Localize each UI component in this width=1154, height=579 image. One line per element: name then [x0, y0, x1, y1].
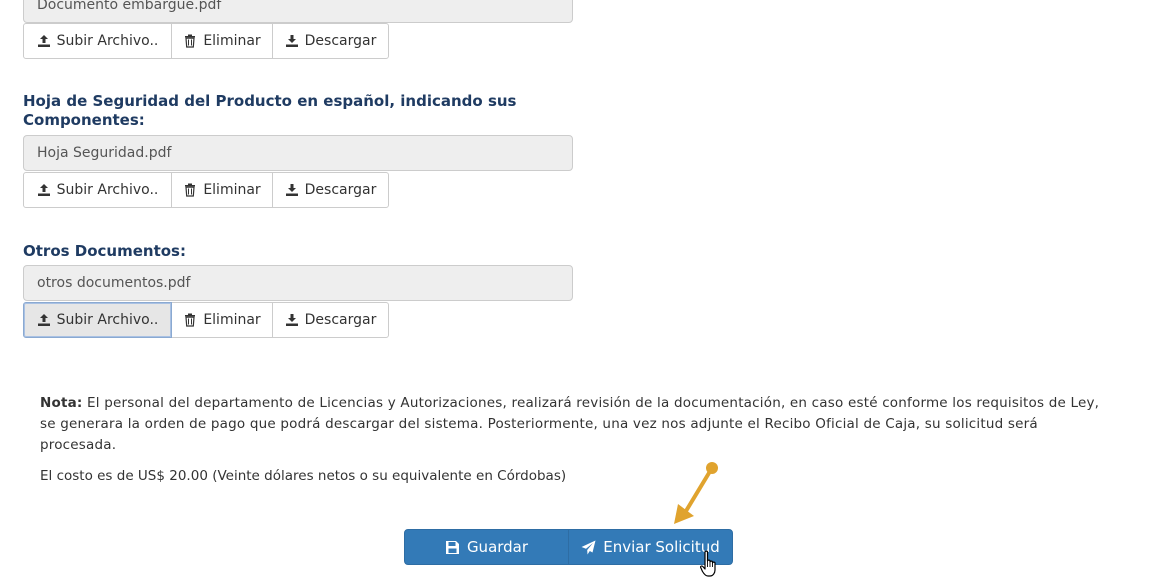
download-icon	[285, 314, 298, 326]
upload-button[interactable]: Subir Archivo..	[23, 172, 172, 208]
section-label-otros-documentos: Otros Documentos:	[23, 242, 186, 260]
file-actions-embarque: Subir Archivo.. Eliminar Descargar	[23, 23, 389, 59]
download-button[interactable]: Descargar	[272, 172, 389, 208]
upload-icon	[37, 35, 50, 47]
save-button[interactable]: Guardar	[404, 529, 569, 565]
section-label-hoja-seguridad: Hoja de Seguridad del Producto en españo…	[23, 92, 517, 129]
delete-button[interactable]: Eliminar	[171, 172, 273, 208]
upload-icon	[37, 314, 50, 326]
trash-icon	[185, 34, 196, 48]
paper-plane-icon	[581, 540, 596, 554]
file-field-otros-documentos: otros documentos.pdf	[23, 265, 573, 301]
file-field-hoja-seguridad: Hoja Seguridad.pdf	[23, 135, 573, 171]
file-field-embarque: Documento embargue.pdf	[23, 0, 573, 23]
trash-icon	[185, 183, 196, 197]
note-paragraph: Nota: El personal del departamento de Li…	[40, 393, 1105, 456]
download-icon	[285, 184, 298, 196]
trash-icon	[185, 313, 196, 327]
file-name: Hoja Seguridad.pdf	[37, 145, 172, 161]
download-button[interactable]: Descargar	[272, 302, 389, 338]
delete-button[interactable]: Eliminar	[171, 23, 273, 59]
download-button[interactable]: Descargar	[272, 23, 389, 59]
download-icon	[285, 35, 298, 47]
annotation-arrow-icon	[674, 462, 718, 524]
cost-text: El costo es de US$ 20.00 (Veinte dólares…	[40, 468, 567, 484]
hand-pointer-icon	[700, 550, 716, 577]
upload-icon	[37, 184, 50, 196]
note-prefix: Nota:	[40, 395, 83, 411]
note-text: El personal del departamento de Licencia…	[40, 395, 1100, 453]
file-actions-otros-documentos: Subir Archivo.. Eliminar Descargar	[23, 302, 389, 338]
floppy-disk-icon	[445, 540, 459, 554]
file-name: otros documentos.pdf	[37, 275, 191, 291]
upload-button[interactable]: Subir Archivo..	[23, 302, 172, 338]
file-actions-hoja-seguridad: Subir Archivo.. Eliminar Descargar	[23, 172, 389, 208]
primary-actions: Guardar Enviar Solicitud	[404, 529, 733, 565]
delete-button[interactable]: Eliminar	[171, 302, 273, 338]
file-name: Documento embargue.pdf	[37, 0, 222, 13]
upload-button[interactable]: Subir Archivo..	[23, 23, 172, 59]
